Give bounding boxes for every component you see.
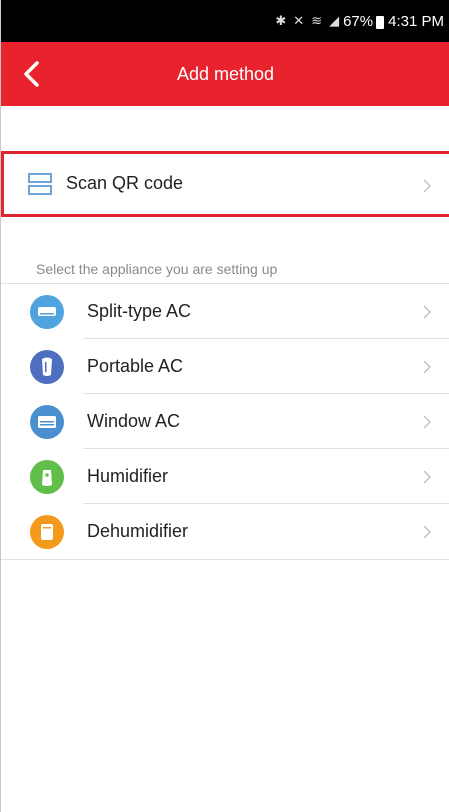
dehumidifier-icon (30, 515, 64, 549)
clock: 4:31 PM (388, 12, 444, 30)
appliance-label: Window AC (87, 411, 181, 431)
battery-percent: 67% (343, 12, 374, 30)
signal-icon: ◢ (329, 13, 340, 28)
scan-icon (28, 173, 52, 195)
appliance-label: Split-type AC (87, 301, 192, 321)
appliance-item-portable-ac[interactable]: Portable AC (1, 339, 449, 394)
back-button[interactable] (21, 60, 45, 88)
appliance-item-dehumidifier[interactable]: Dehumidifier (1, 504, 449, 559)
app-bar: Add method (1, 42, 449, 106)
status-bar: ✱ ✕ ≋ ◢ 67% 4:31 PM (1, 0, 449, 42)
appliance-item-window-ac[interactable]: Window AC (1, 394, 449, 449)
portable-ac-icon (30, 350, 64, 384)
split-ac-icon (30, 295, 64, 329)
chevron-left-icon (24, 61, 39, 87)
appliance-item-split-type-ac[interactable]: Split-type AC (1, 284, 449, 339)
scan-qr-code-label: Scan QR code (66, 173, 184, 193)
appliance-label: Portable AC (87, 356, 184, 376)
chevron-right-icon (423, 415, 432, 429)
scan-qr-code-row[interactable]: Scan QR code (1, 151, 449, 217)
app-frame: ✱ ✕ ≋ ◢ 67% 4:31 PM Add method Scan QR c… (0, 0, 449, 812)
humidifier-icon (30, 460, 64, 494)
chevron-right-icon (423, 305, 432, 319)
chevron-right-icon (423, 179, 432, 193)
list-divider (1, 559, 449, 560)
chevron-right-icon (423, 360, 432, 374)
appliance-label: Dehumidifier (87, 521, 189, 541)
appliance-label: Humidifier (87, 466, 169, 486)
battery-icon (376, 15, 385, 29)
mute-icon: ✕ (293, 13, 305, 28)
page-title: Add method (176, 63, 275, 84)
appliance-item-humidifier[interactable]: Humidifier (1, 449, 449, 504)
chevron-right-icon (423, 470, 432, 484)
chevron-right-icon (423, 525, 432, 539)
window-ac-icon (30, 405, 64, 439)
wifi-icon: ≋ (311, 13, 323, 28)
bluetooth-icon: ✱ (275, 13, 287, 28)
appliance-section-header: Select the appliance you are setting up (36, 261, 278, 277)
